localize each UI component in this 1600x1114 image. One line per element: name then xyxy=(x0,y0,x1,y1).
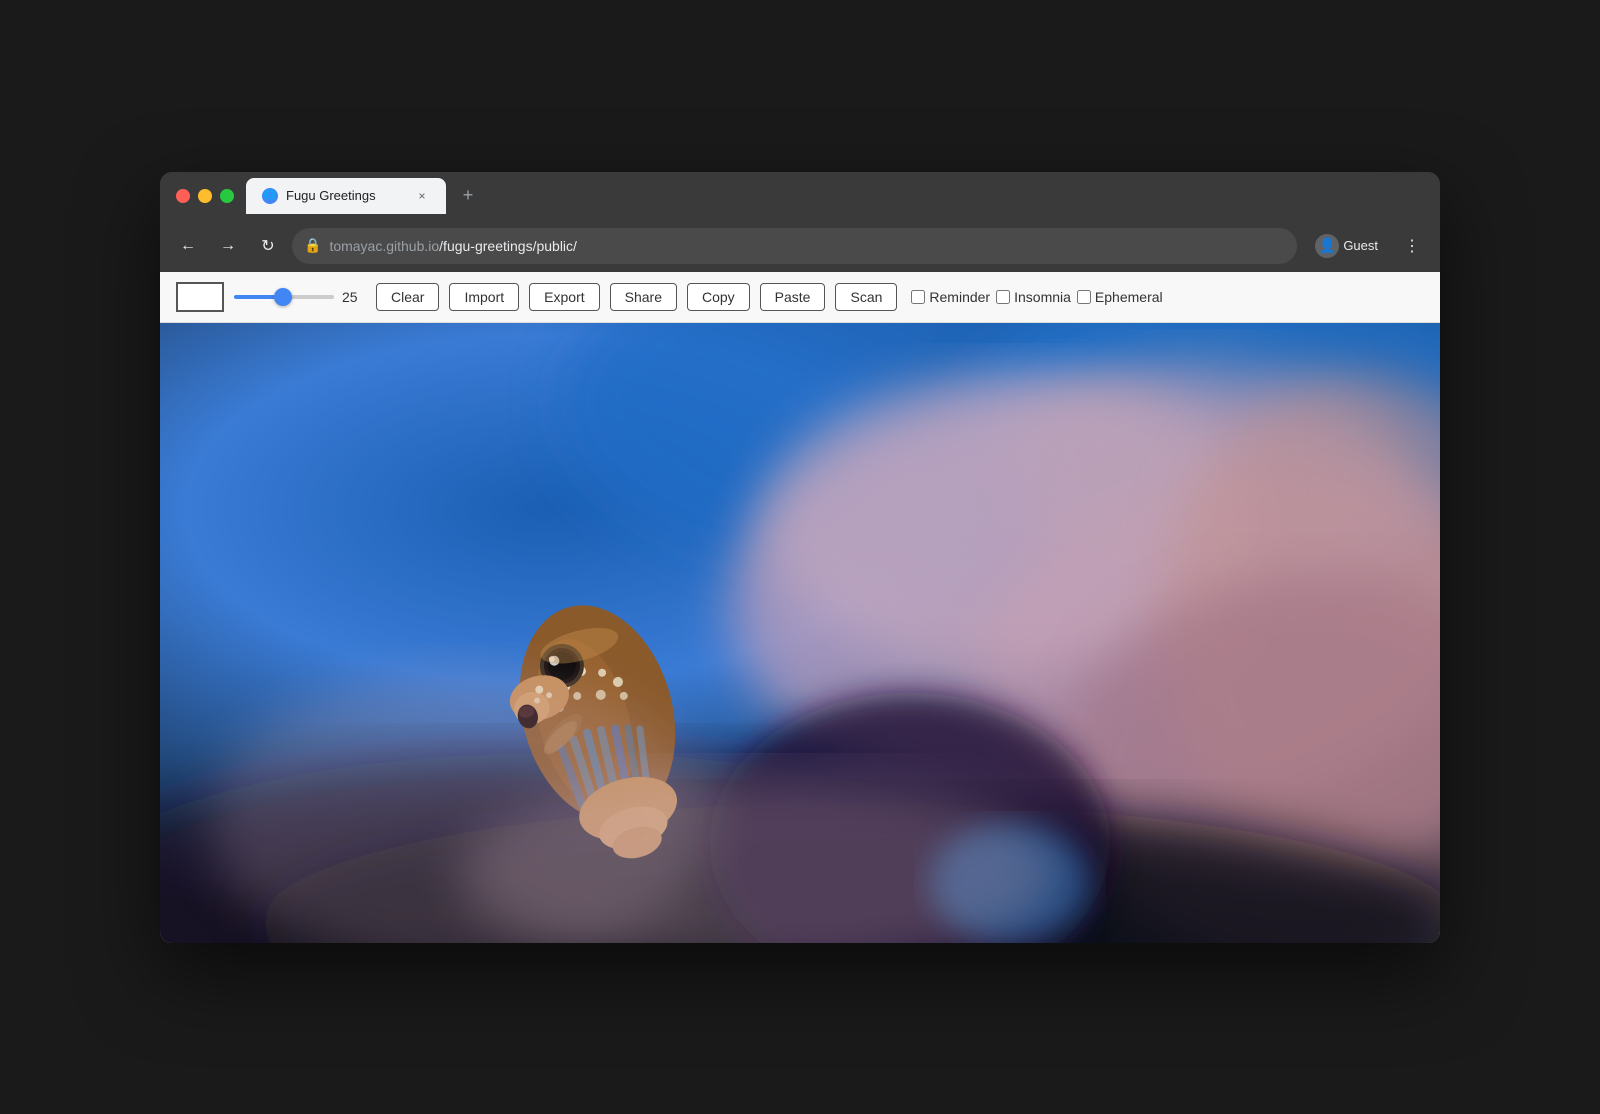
scan-button[interactable]: Scan xyxy=(835,283,897,311)
size-value: 25 xyxy=(342,289,366,305)
insomnia-checkbox-item[interactable]: Insomnia xyxy=(996,289,1071,305)
tab-title: Fugu Greetings xyxy=(286,188,406,203)
forward-button[interactable]: → xyxy=(212,230,244,262)
share-button[interactable]: Share xyxy=(610,283,677,311)
ephemeral-checkbox[interactable] xyxy=(1077,290,1091,304)
address-bar[interactable]: 🔒 tomayac.github.io/fugu-greetings/publi… xyxy=(292,228,1297,264)
nav-bar: ← → ↻ 🔒 tomayac.github.io/fugu-greetings… xyxy=(160,220,1440,272)
reminder-checkbox-item[interactable]: Reminder xyxy=(911,289,990,305)
profile-icon: 👤 xyxy=(1315,234,1339,258)
color-picker[interactable] xyxy=(176,282,224,312)
reminder-checkbox[interactable] xyxy=(911,290,925,304)
minimize-button[interactable] xyxy=(198,189,212,203)
maximize-button[interactable] xyxy=(220,189,234,203)
size-slider-container: 25 xyxy=(234,289,366,305)
ephemeral-checkbox-item[interactable]: Ephemeral xyxy=(1077,289,1163,305)
url-path: /fugu-greetings/public/ xyxy=(439,238,577,254)
active-tab[interactable]: 🌐 Fugu Greetings × xyxy=(246,178,446,214)
url-host: tomayac.github.io xyxy=(329,238,439,254)
import-button[interactable]: Import xyxy=(449,283,519,311)
size-slider[interactable] xyxy=(234,295,334,299)
browser-window: 🌐 Fugu Greetings × + ← → ↻ 🔒 tomayac.git… xyxy=(160,172,1440,943)
close-button[interactable] xyxy=(176,189,190,203)
copy-button[interactable]: Copy xyxy=(687,283,750,311)
new-tab-button[interactable]: + xyxy=(454,182,482,210)
lock-icon: 🔒 xyxy=(304,237,321,254)
reload-button[interactable]: ↻ xyxy=(252,230,284,262)
url-display: tomayac.github.io/fugu-greetings/public/ xyxy=(329,238,577,254)
title-bar: 🌐 Fugu Greetings × + xyxy=(160,172,1440,220)
profile-name: Guest xyxy=(1343,238,1378,253)
clear-button[interactable]: Clear xyxy=(376,283,439,311)
back-button[interactable]: ← xyxy=(172,230,204,262)
fish-canvas xyxy=(160,323,1440,943)
profile-area[interactable]: 👤 Guest xyxy=(1305,230,1388,262)
tab-favicon: 🌐 xyxy=(262,188,278,204)
page-content: 25 Clear Import Export Share Copy Paste … xyxy=(160,272,1440,943)
checkbox-group: Reminder Insomnia Ephemeral xyxy=(911,289,1162,305)
tab-close-button[interactable]: × xyxy=(414,188,430,204)
ephemeral-label: Ephemeral xyxy=(1095,289,1163,305)
insomnia-checkbox[interactable] xyxy=(996,290,1010,304)
canvas-area[interactable] xyxy=(160,323,1440,943)
export-button[interactable]: Export xyxy=(529,283,599,311)
traffic-lights xyxy=(176,189,234,203)
insomnia-label: Insomnia xyxy=(1014,289,1071,305)
menu-button[interactable]: ⋮ xyxy=(1396,230,1428,262)
paste-button[interactable]: Paste xyxy=(760,283,826,311)
app-toolbar: 25 Clear Import Export Share Copy Paste … xyxy=(160,272,1440,323)
tab-area: 🌐 Fugu Greetings × + xyxy=(246,178,1424,214)
reminder-label: Reminder xyxy=(929,289,990,305)
